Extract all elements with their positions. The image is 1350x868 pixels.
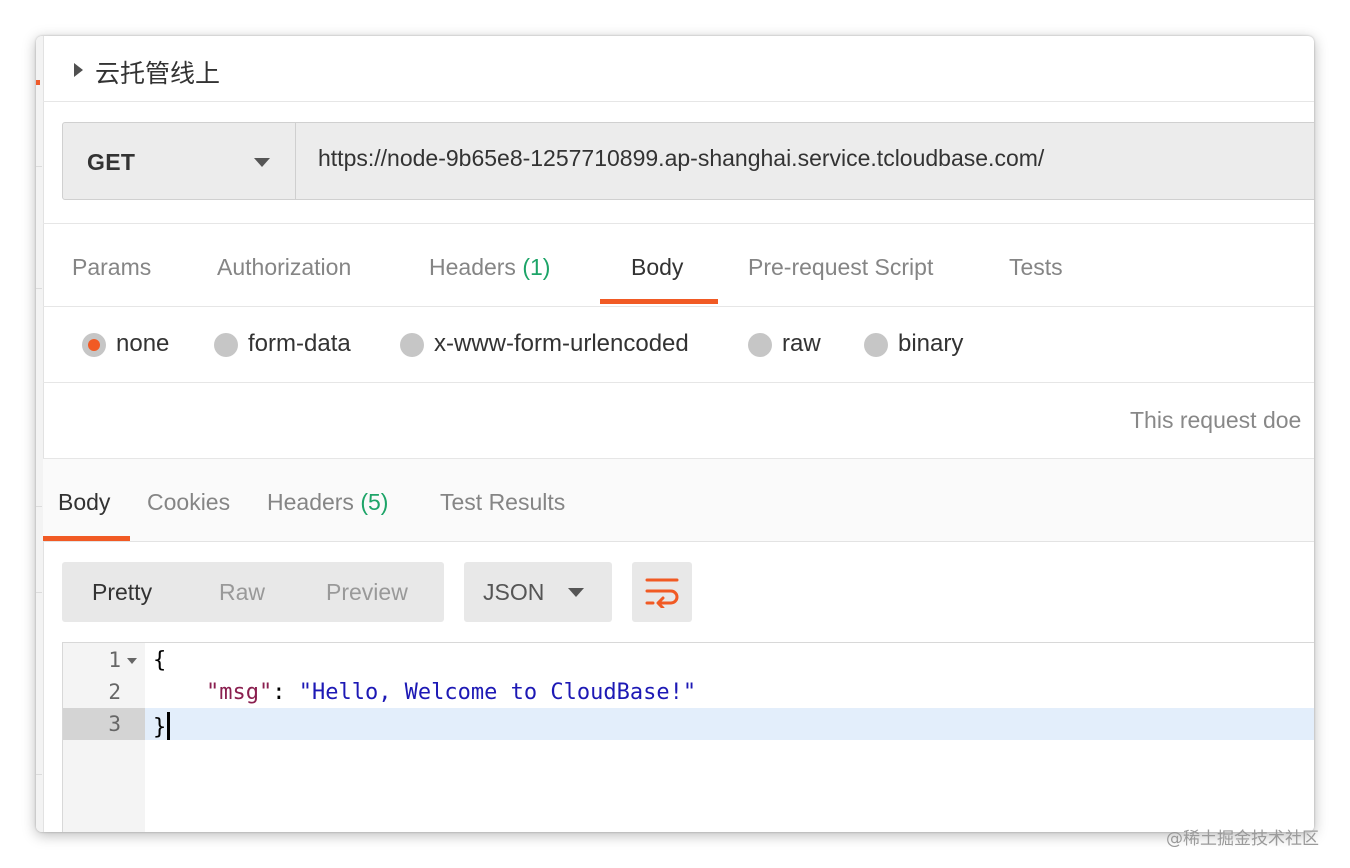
tab-label: Headers <box>429 254 516 280</box>
tab-authorization[interactable]: Authorization <box>217 254 351 281</box>
sidebar-divider <box>36 288 42 289</box>
json-string-value: "Hello, Welcome to CloudBase!" <box>298 680 697 705</box>
sidebar-divider <box>36 592 42 593</box>
format-label: JSON <box>483 579 545 605</box>
tab-tests[interactable]: Tests <box>1009 254 1063 281</box>
json-open-brace: { <box>153 648 167 673</box>
body-type-options: none form-data x-www-form-urlencoded raw… <box>43 306 1314 383</box>
line-number-cell: 1 <box>63 644 145 676</box>
method-select[interactable]: GET <box>63 123 296 199</box>
tab-label: Authorization <box>217 254 352 280</box>
line-number: 3 <box>108 712 121 736</box>
tab-headers[interactable]: Headers (1) <box>429 254 550 281</box>
response-tab-test-results[interactable]: Test Results <box>440 489 565 516</box>
json-close-brace: } <box>153 715 167 740</box>
view-preview-button[interactable]: Preview <box>326 579 408 606</box>
view-raw-button[interactable]: Raw <box>219 579 265 606</box>
postman-window: 云托管线上 GET https://node-9b65e8-1257710899… <box>36 36 1314 832</box>
radio-label: binary <box>898 330 964 357</box>
sidebar-active-marker <box>36 80 40 85</box>
radio-unchecked-icon <box>400 333 424 357</box>
radio-unchecked-icon <box>864 333 888 357</box>
radio-unchecked-icon <box>748 333 772 357</box>
tab-label: Tests <box>1009 254 1063 280</box>
code-text: { <box>153 648 166 673</box>
active-tab-indicator <box>600 299 718 304</box>
line-number: 1 <box>108 648 121 672</box>
response-body-editor[interactable]: 1 { 2 "msg": "Hello, Welcome to CloudBas… <box>62 642 1314 832</box>
fold-caret-icon[interactable] <box>127 658 137 664</box>
radio-label: raw <box>782 330 821 357</box>
tab-label: Params <box>72 254 152 280</box>
radio-label: none <box>116 330 170 357</box>
url-input[interactable]: https://node-9b65e8-1257710899.ap-shangh… <box>318 145 1044 172</box>
no-body-message: This request doe <box>1130 407 1302 433</box>
tab-params[interactable]: Params <box>72 254 151 281</box>
sidebar-divider <box>36 774 42 775</box>
method-label: GET <box>87 149 136 175</box>
text-cursor <box>167 712 171 740</box>
request-title-bar: 云托管线上 <box>43 36 1314 102</box>
radio-label: x-www-form-urlencoded <box>434 330 689 357</box>
wrap-lines-icon <box>645 578 679 608</box>
radio-unchecked-icon <box>214 333 238 357</box>
headers-count-badge: (5) <box>360 489 389 515</box>
chevron-down-icon <box>568 588 584 597</box>
tab-label: Body <box>58 489 111 515</box>
wrap-lines-button[interactable] <box>632 562 692 622</box>
no-body-panel: This request doe <box>43 383 1314 459</box>
active-tab-indicator <box>43 536 130 541</box>
view-pretty-button[interactable]: Pretty <box>92 579 152 606</box>
format-select[interactable]: JSON <box>464 562 612 622</box>
headers-count-badge: (1) <box>522 254 551 280</box>
request-title[interactable]: 云托管线上 <box>95 54 220 90</box>
chevron-down-icon <box>254 158 270 167</box>
expand-caret-icon[interactable] <box>74 63 83 77</box>
code-text: "msg": "Hello, Welcome to CloudBase!" <box>153 680 696 705</box>
json-colon: : <box>272 680 299 705</box>
request-url-bar: GET https://node-9b65e8-1257710899.ap-sh… <box>62 122 1314 200</box>
tab-label: Headers <box>267 489 354 515</box>
code-line: 1 { <box>63 644 1314 676</box>
code-line: 2 "msg": "Hello, Welcome to CloudBase!" <box>63 676 1314 708</box>
response-tab-headers[interactable]: Headers (5) <box>267 489 388 516</box>
response-toolbar: Pretty Raw Preview JSON <box>43 542 1314 642</box>
sidebar-divider <box>36 166 42 167</box>
line-number-cell: 2 <box>63 676 145 708</box>
tab-label: Test Results <box>440 489 566 515</box>
tab-label: Cookies <box>147 489 231 515</box>
response-tab-body[interactable]: Body <box>58 489 110 516</box>
line-number: 2 <box>108 680 121 704</box>
code-line-active: 3 } <box>63 708 1314 740</box>
request-tabs: Params Authorization Headers (1) Body Pr… <box>43 223 1314 307</box>
tab-label: Pre-request Script <box>748 254 934 280</box>
response-tab-cookies[interactable]: Cookies <box>147 489 230 516</box>
response-tabs: Body Cookies Headers (5) Test Results <box>43 459 1314 542</box>
tab-pre-request-script[interactable]: Pre-request Script <box>748 254 933 281</box>
view-mode-group: Pretty Raw Preview <box>62 562 444 622</box>
sidebar-divider <box>36 506 42 507</box>
tab-label: Body <box>631 254 684 280</box>
tab-body[interactable]: Body <box>631 254 683 281</box>
watermark: @稀土掘金技术社区 <box>1166 829 1319 849</box>
code-text: } <box>153 712 171 740</box>
radio-label: form-data <box>248 330 351 357</box>
radio-checked-icon <box>82 333 106 357</box>
json-key: "msg" <box>205 680 273 705</box>
line-number-cell: 3 <box>63 708 145 740</box>
